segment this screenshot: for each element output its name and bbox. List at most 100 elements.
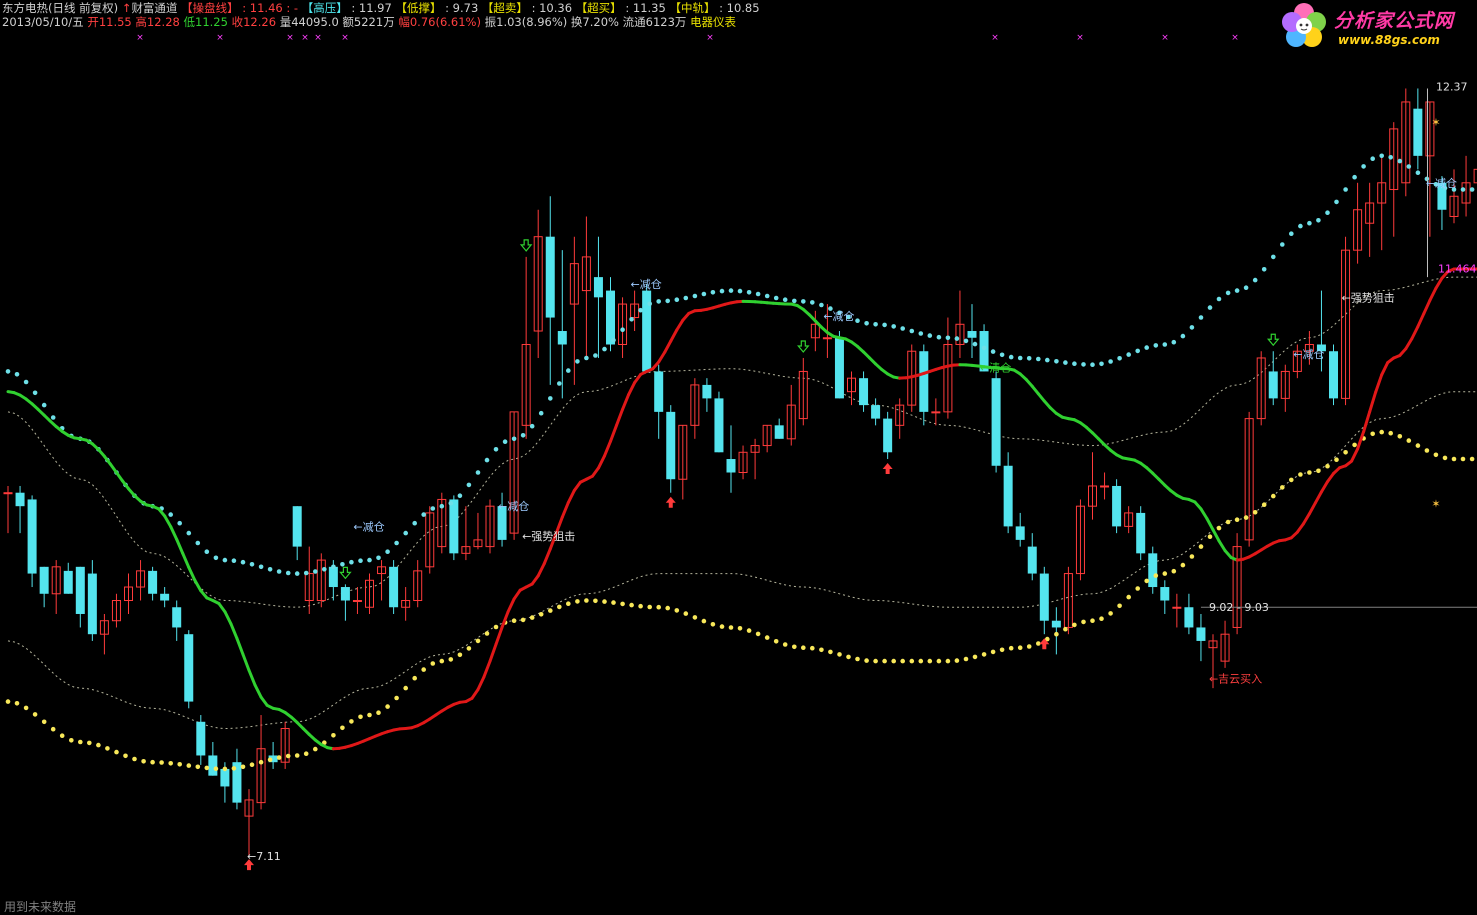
- lower-dots-dot: [1144, 579, 1149, 584]
- lower-dots-dot: [385, 704, 390, 709]
- lower-dots-dot: [665, 606, 670, 611]
- upper-dots-dot: [864, 321, 869, 326]
- upper-dots-dot: [295, 571, 300, 576]
- lower-dots-dot: [711, 622, 716, 627]
- chart-annotation: ←减仓: [498, 499, 529, 513]
- upper-dots-dot: [964, 339, 969, 344]
- lower-dots-dot: [738, 626, 743, 631]
- lower-dots-dot: [458, 653, 463, 658]
- main-line-segment: [574, 482, 580, 490]
- lower-dots-dot: [1343, 450, 1348, 455]
- upper-dots-dot: [177, 521, 182, 526]
- main-line-segment: [629, 383, 635, 395]
- candle-body-down: [594, 277, 603, 297]
- signal-marker: ×: [286, 33, 294, 43]
- upper-dots-dot: [1407, 164, 1412, 169]
- candle-body-down: [968, 331, 977, 338]
- candle-body-down: [666, 412, 675, 479]
- lower-dots-dot: [584, 598, 589, 603]
- upper-dots-dot: [1461, 187, 1466, 192]
- signal-marker: ×: [706, 33, 714, 43]
- upper-dots-dot: [1398, 159, 1403, 164]
- lower-dots-dot: [928, 659, 933, 664]
- upper-dots-dot: [1298, 224, 1303, 229]
- upper-dots-dot: [1416, 170, 1421, 175]
- lower-dots-dot: [720, 624, 725, 629]
- upper-dots-dot: [15, 372, 20, 377]
- lower-dots-dot: [1163, 571, 1168, 576]
- main-line-segment: [1315, 492, 1321, 503]
- lower-dots-dot: [1244, 515, 1249, 520]
- lower-dots-dot: [412, 676, 417, 681]
- lower-dots-dot: [232, 766, 237, 771]
- upper-dots-dot: [1163, 342, 1168, 347]
- lower-dots-dot: [819, 648, 824, 653]
- lower-dots-dot: [548, 608, 553, 613]
- upper-dots-dot: [449, 501, 454, 506]
- upper-dots-dot: [937, 335, 942, 340]
- lower-dots-dot: [1226, 520, 1231, 525]
- lower-dots-dot: [331, 733, 336, 738]
- candle-body-down: [546, 237, 555, 318]
- upper-dots-dot: [403, 531, 408, 536]
- lower-dots-dot: [78, 740, 83, 745]
- upper-dots-dot: [620, 327, 625, 332]
- upper-dots-dot: [602, 347, 607, 352]
- lower-dots-dot: [864, 658, 869, 663]
- upper-dots-dot: [629, 317, 634, 322]
- upper-dots-dot: [1135, 349, 1140, 354]
- lower-dots-dot: [187, 763, 192, 768]
- lower-dots-dot: [1154, 573, 1159, 578]
- upper-dots-dot: [1190, 325, 1195, 330]
- upper-dots-dot: [1181, 334, 1186, 339]
- upper-dots-dot: [801, 299, 806, 304]
- upper-dots-dot: [33, 391, 38, 396]
- lower-dots-dot: [937, 659, 942, 664]
- chart-annotation: ←吉云买入: [1209, 673, 1262, 686]
- upper-dots-dot: [991, 349, 996, 354]
- main-line-segment: [1424, 300, 1430, 313]
- upper-dots-dot: [1090, 362, 1095, 367]
- upper-dots-dot: [1262, 267, 1267, 272]
- upper-dots-dot: [6, 369, 11, 374]
- lower-dots-dot: [647, 605, 652, 610]
- kline-chart[interactable]: ×××××××××××←7.1112.3711.464←减仓←减仓←强势狙击←减…: [0, 0, 1477, 900]
- lower-dots-dot: [1461, 457, 1466, 462]
- candle-body-down: [220, 769, 229, 787]
- upper-dots-dot: [1081, 362, 1086, 367]
- lower-dots-dot: [675, 608, 680, 613]
- candle-body-down: [1028, 547, 1037, 574]
- upper-dots-dot: [196, 541, 201, 546]
- lower-dots-dot: [87, 741, 92, 746]
- main-line-segment: [1370, 392, 1376, 412]
- main-line-segment: [237, 638, 243, 654]
- lower-dots-dot: [1117, 604, 1122, 609]
- signal-marker: ×: [341, 33, 349, 43]
- main-line-segment: [604, 441, 610, 456]
- upper-dots-dot: [1388, 155, 1393, 160]
- candle-body-down: [88, 574, 97, 635]
- candle-body-down: [1269, 371, 1278, 398]
- main-line-segment: [189, 567, 195, 580]
- lower-dots-dot: [304, 751, 309, 756]
- candle-body-down: [1052, 621, 1061, 628]
- lower-dots-dot: [765, 635, 770, 640]
- upper-dots-dot: [1108, 359, 1113, 364]
- main-line-segment: [532, 576, 538, 584]
- upper-dots-dot: [51, 415, 56, 420]
- lower-dots-dot: [96, 743, 101, 748]
- lower-dots-dot: [1434, 453, 1439, 458]
- lower-dots-dot: [1126, 595, 1131, 600]
- lower-dots-dot: [973, 655, 978, 660]
- upper-dots-dot: [711, 290, 716, 295]
- candle-body-down: [28, 499, 37, 573]
- chart-annotation: ←减仓: [1293, 347, 1324, 361]
- chart-annotation: ←减仓: [1426, 176, 1457, 190]
- main-line-segment: [671, 330, 677, 341]
- candle-body-down: [1413, 109, 1422, 156]
- main-line-segment: [171, 527, 177, 540]
- lower-dots-dot: [340, 726, 345, 731]
- upper-dots-dot: [1054, 359, 1059, 364]
- lower-dots-dot: [1407, 438, 1412, 443]
- upper-dots-dot: [548, 396, 553, 401]
